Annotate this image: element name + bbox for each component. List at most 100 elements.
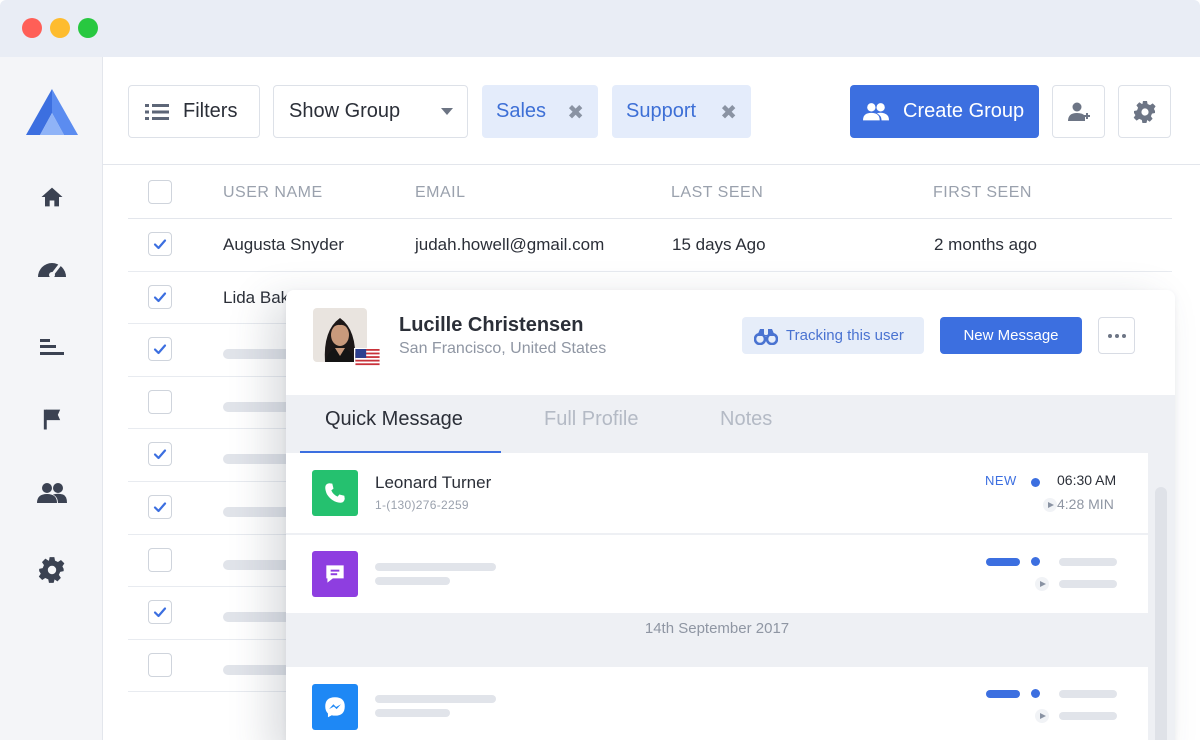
remove-chip-icon[interactable]: ✖ bbox=[720, 100, 737, 125]
placeholder-line bbox=[375, 577, 450, 585]
window-maximize-button[interactable] bbox=[78, 18, 98, 38]
row-checkbox[interactable] bbox=[148, 495, 172, 519]
row-checkbox[interactable] bbox=[148, 337, 172, 362]
phone-call-badge bbox=[312, 470, 358, 516]
placeholder-line bbox=[223, 612, 293, 623]
row-checkbox[interactable] bbox=[148, 389, 172, 414]
show-group-select[interactable]: Show Group bbox=[273, 85, 468, 138]
placeholder-line bbox=[223, 454, 293, 465]
remove-chip-icon[interactable]: ✖ bbox=[567, 100, 584, 125]
checkmark-icon bbox=[153, 449, 167, 460]
sidebar-item-home[interactable] bbox=[36, 181, 68, 213]
select-all-checkbox[interactable] bbox=[148, 180, 172, 204]
placeholder-line bbox=[375, 709, 450, 717]
caret-down-icon bbox=[441, 108, 453, 115]
row-checkbox[interactable] bbox=[148, 232, 172, 256]
column-header-last-seen[interactable]: LAST SEEN bbox=[671, 184, 763, 202]
message-row[interactable] bbox=[286, 667, 1148, 740]
more-options-button[interactable] bbox=[1098, 317, 1135, 354]
row-divider bbox=[128, 270, 1172, 272]
filter-chip-sales: Sales ✖ bbox=[482, 85, 598, 138]
dot bbox=[1107, 333, 1112, 338]
profile-name: Lucille Christensen bbox=[399, 314, 584, 336]
dot bbox=[1114, 333, 1119, 338]
checkmark-icon bbox=[153, 607, 167, 618]
tab-notes[interactable]: Notes bbox=[720, 408, 772, 431]
brand-logo-icon[interactable] bbox=[26, 89, 78, 135]
placeholder-line bbox=[223, 559, 293, 570]
tracking-user-button[interactable]: Tracking this user bbox=[742, 317, 924, 354]
binoculars-icon bbox=[754, 328, 778, 345]
sidebar-item-flags[interactable] bbox=[36, 403, 68, 435]
user-name-cell: Augusta Snyder bbox=[223, 235, 344, 254]
tracking-label: Tracking this user bbox=[786, 327, 904, 344]
speedometer-icon bbox=[38, 263, 66, 278]
checkmark-icon bbox=[153, 291, 167, 302]
messenger-badge bbox=[312, 684, 358, 730]
status-pill bbox=[986, 690, 1020, 698]
email-cell: judah.howell@gmail.com bbox=[415, 235, 605, 254]
row-checkbox[interactable] bbox=[148, 284, 172, 309]
window-close-button[interactable] bbox=[22, 18, 42, 38]
date-divider: 14th September 2017 bbox=[644, 620, 790, 637]
placeholder-line bbox=[223, 507, 293, 517]
message-row[interactable]: Leonard Turner 1-(130)276-2259 NEW 06:30… bbox=[286, 453, 1148, 533]
play-icon[interactable] bbox=[1043, 498, 1057, 512]
row-checkbox[interactable] bbox=[148, 600, 172, 625]
placeholder-line bbox=[375, 695, 496, 703]
play-icon[interactable] bbox=[1035, 577, 1049, 591]
column-header-user-name[interactable]: USER NAME bbox=[223, 184, 323, 202]
settings-button[interactable] bbox=[1118, 85, 1171, 138]
bar-list-icon bbox=[40, 339, 64, 355]
filters-button[interactable]: Filters bbox=[128, 85, 260, 138]
placeholder-line bbox=[223, 349, 293, 360]
row-checkbox[interactable] bbox=[148, 442, 172, 467]
placeholder-line bbox=[375, 563, 496, 571]
chat-icon bbox=[326, 565, 344, 583]
phone-icon bbox=[325, 483, 345, 503]
create-group-label: Create Group bbox=[903, 100, 1025, 122]
placeholder-line bbox=[223, 664, 293, 675]
add-user-icon bbox=[1067, 102, 1090, 121]
call-duration: 4:28 MIN bbox=[1057, 496, 1114, 512]
checkmark-icon bbox=[153, 239, 167, 250]
profile-tabs-panel: Quick Message Full Profile Notes Leonard… bbox=[286, 395, 1175, 740]
contact-phone: 1-(130)276-2259 bbox=[375, 498, 469, 512]
group-select-value: Show Group bbox=[289, 100, 401, 122]
flag-icon bbox=[43, 409, 61, 430]
unread-dot bbox=[1031, 478, 1040, 487]
message-list-scrollbar[interactable] bbox=[1155, 487, 1167, 740]
window-minimize-button[interactable] bbox=[50, 18, 70, 38]
profile-location: San Francisco, United States bbox=[399, 340, 607, 357]
sidebar-item-reports[interactable] bbox=[36, 331, 68, 363]
row-checkbox[interactable] bbox=[148, 547, 172, 572]
chat-badge bbox=[312, 551, 358, 597]
message-time: 06:30 AM bbox=[1057, 472, 1117, 488]
column-header-email[interactable]: EMAIL bbox=[415, 184, 466, 202]
placeholder-line bbox=[1059, 690, 1117, 698]
dot bbox=[1121, 333, 1126, 338]
column-header-first-seen[interactable]: FIRST SEEN bbox=[933, 184, 1032, 202]
placeholder-line bbox=[223, 401, 293, 412]
create-group-button[interactable]: Create Group bbox=[850, 85, 1039, 138]
row-checkbox[interactable] bbox=[148, 652, 172, 677]
table-header-divider bbox=[128, 218, 1172, 219]
first-seen-cell: 2 months ago bbox=[934, 235, 1038, 254]
sidebar-item-dashboard[interactable] bbox=[36, 255, 68, 287]
add-user-button[interactable] bbox=[1052, 85, 1105, 138]
sidebar-item-users[interactable] bbox=[36, 477, 68, 509]
users-icon bbox=[863, 102, 889, 120]
tab-quick-message[interactable]: Quick Message bbox=[325, 408, 463, 431]
filter-chip-support: Support ✖ bbox=[612, 85, 751, 138]
toolbar-divider bbox=[103, 164, 1200, 165]
checkmark-icon bbox=[153, 502, 167, 513]
unread-dot bbox=[1031, 689, 1040, 698]
placeholder-line bbox=[1059, 580, 1117, 588]
new-message-button[interactable]: New Message bbox=[940, 317, 1082, 354]
users-icon bbox=[37, 483, 67, 503]
sidebar-item-settings[interactable] bbox=[36, 554, 68, 586]
message-row[interactable] bbox=[286, 535, 1148, 613]
chip-label: Support bbox=[626, 100, 697, 122]
play-icon[interactable] bbox=[1035, 709, 1049, 723]
tab-full-profile[interactable]: Full Profile bbox=[544, 408, 638, 431]
